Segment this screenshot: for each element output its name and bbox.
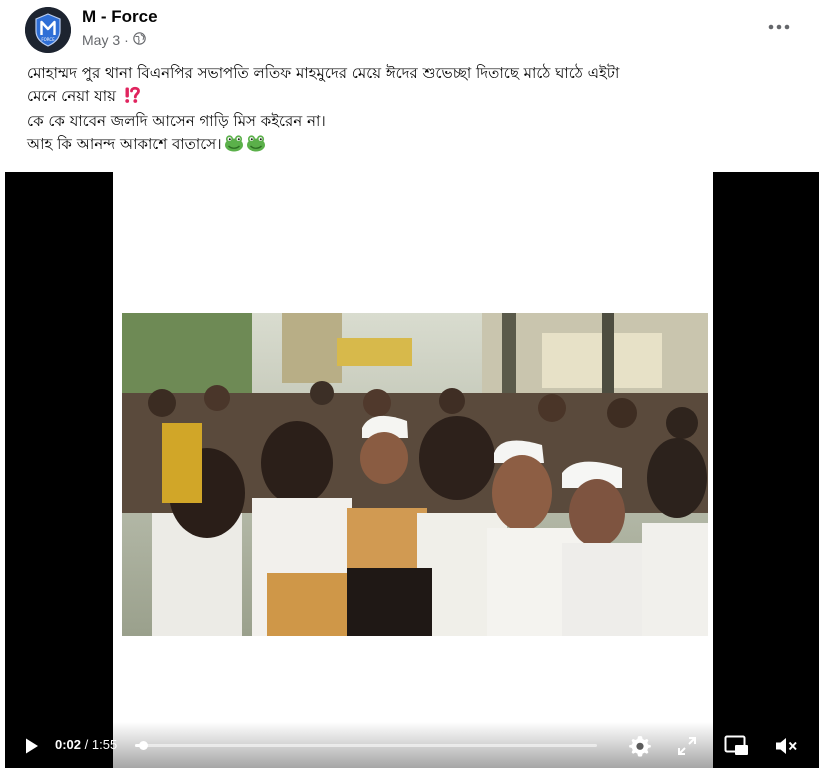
exclamation-question-icon bbox=[123, 86, 141, 111]
play-button[interactable] bbox=[19, 734, 43, 758]
speaker-muted-icon bbox=[776, 738, 797, 754]
play-icon bbox=[26, 738, 38, 754]
time-display: 0:02 / 1:55 bbox=[55, 737, 117, 752]
expand-icon bbox=[678, 737, 696, 755]
fullscreen-button[interactable] bbox=[675, 734, 699, 758]
mute-button[interactable] bbox=[773, 733, 801, 759]
caption-line-4: আহ কি আনন্দ আকাশে বাতাসে। bbox=[27, 133, 807, 159]
video-player[interactable]: 0:02 / 1:55 bbox=[5, 172, 819, 768]
current-time: 0:02 bbox=[55, 737, 82, 752]
picture-in-picture-icon bbox=[724, 735, 748, 755]
caption-line-2: মেনে নেয়া যায় bbox=[27, 85, 807, 111]
facebook-post: FORCE M - Force May 3 · মোহাম্মদ পুর থান… bbox=[0, 0, 824, 768]
caption-line-3: কে কে যাবেন জলদি আসেন গাড়ি মিস কইরেন না… bbox=[27, 112, 326, 130]
globe-icon bbox=[133, 32, 146, 48]
meta-separator: · bbox=[124, 32, 129, 48]
more-options-button[interactable] bbox=[764, 15, 794, 39]
time-separator: / bbox=[84, 737, 89, 752]
post-meta: May 3 · bbox=[82, 32, 146, 48]
caption-line-1: মোহাম্মদ পুর থানা বিএনপির সভাপতি লতিফ মা… bbox=[27, 64, 620, 82]
progress-bar[interactable] bbox=[135, 741, 597, 750]
author-name[interactable]: M - Force bbox=[82, 7, 158, 27]
avatar[interactable]: FORCE bbox=[25, 7, 71, 53]
more-dots-icon bbox=[768, 24, 790, 30]
post-date[interactable]: May 3 bbox=[82, 32, 120, 48]
avatar-brand-text: FORCE bbox=[41, 37, 55, 42]
shield-logo-icon: FORCE bbox=[25, 7, 71, 53]
picture-in-picture-button[interactable] bbox=[723, 733, 751, 759]
progress-thumb[interactable] bbox=[138, 741, 148, 750]
video-frame bbox=[113, 172, 713, 768]
video-still-image bbox=[122, 313, 708, 636]
frog-icon bbox=[224, 134, 244, 159]
post-caption: মোহাম্মদ পুর থানা বিএনপির সভাপতি লতিফ মা… bbox=[27, 62, 807, 158]
settings-button[interactable] bbox=[627, 733, 653, 759]
frog-icon bbox=[246, 134, 266, 159]
duration: 1:55 bbox=[91, 737, 118, 752]
video-controls: 0:02 / 1:55 bbox=[5, 722, 819, 768]
gear-icon bbox=[629, 736, 651, 757]
